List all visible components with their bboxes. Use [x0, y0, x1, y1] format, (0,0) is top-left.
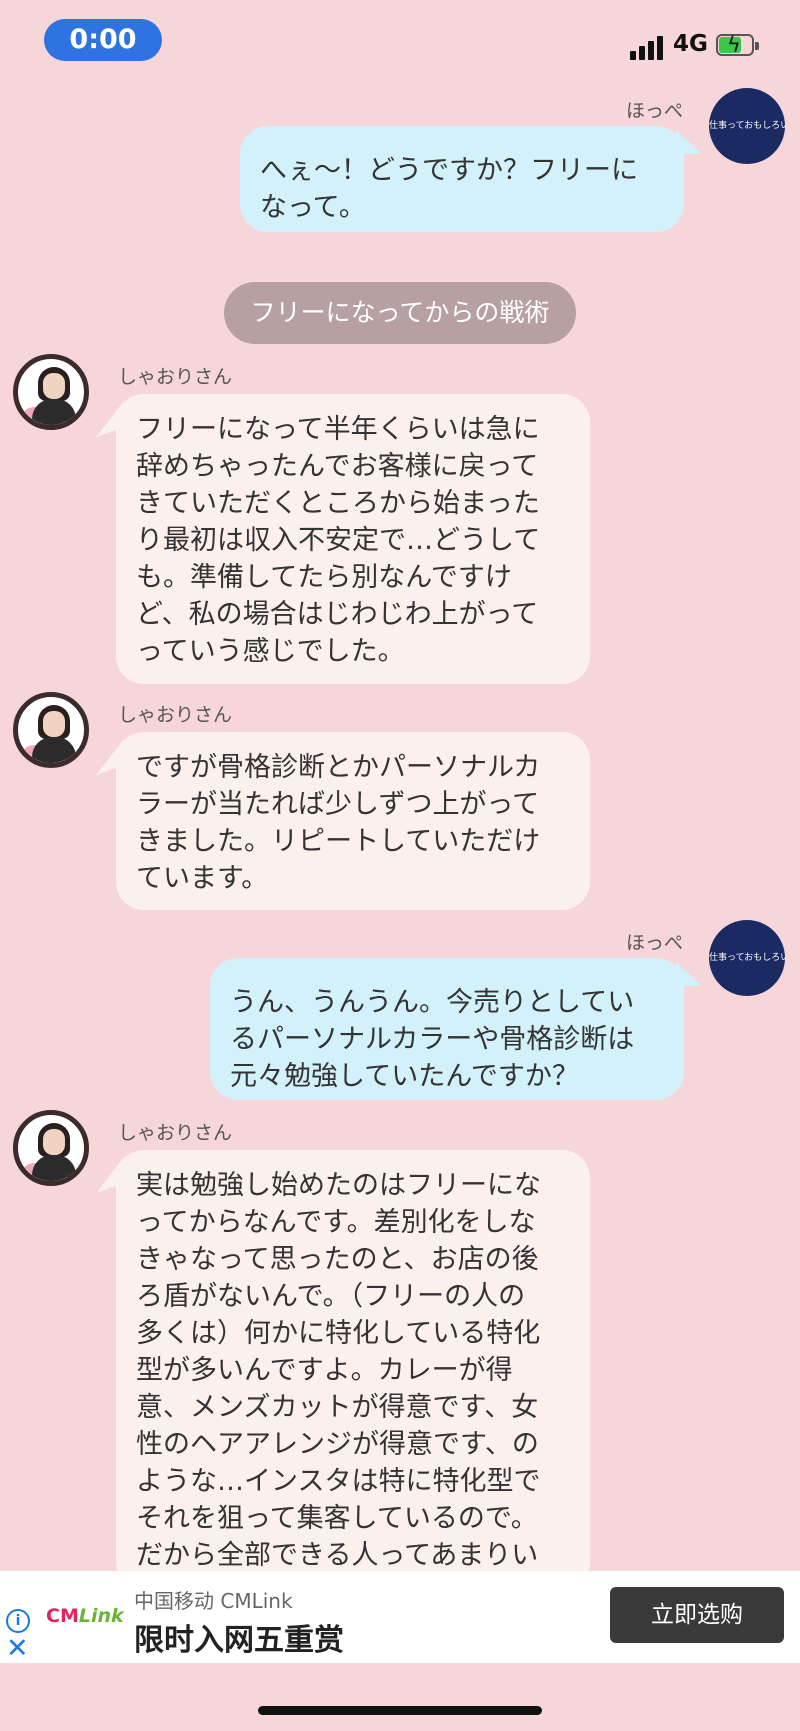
- ad-headline: 限时入网五重赏: [134, 1623, 344, 1658]
- message-bubble: フリーになって半年くらいは急に 辞めちゃったんでお客様に戻って きていただくとこ…: [116, 394, 590, 684]
- ad-banner[interactable]: i ✕ CMLink 中国移动 CMLink 限时入网五重赏 立即选购: [0, 1571, 800, 1663]
- network-type: 4G: [673, 31, 708, 57]
- ad-brand-logo: CMLink: [46, 1605, 124, 1627]
- sender-name: しゃおりさん: [118, 704, 233, 726]
- avatar[interactable]: [13, 692, 89, 768]
- info-icon[interactable]: i: [6, 1609, 30, 1633]
- message-bubble: ですが骨格診断とかパーソナルカ ラーが当たれば少しずつ上がって きました。リピー…: [116, 732, 590, 910]
- close-icon[interactable]: ✕: [6, 1635, 29, 1662]
- home-indicator[interactable]: [258, 1706, 542, 1715]
- avatar[interactable]: 仕事っておもしろいや: [709, 88, 785, 164]
- ad-advertiser: 中国移动 CMLink: [134, 1589, 293, 1613]
- message-bubble: 実は勉強し始めたのはフリーにな ってからなんです。差別化をしな きゃなって思った…: [116, 1150, 590, 1590]
- status-bar: 0:00 4G ϟ: [0, 0, 800, 80]
- signal-icon: [630, 34, 670, 60]
- avatar[interactable]: [13, 1110, 89, 1186]
- avatar[interactable]: 仕事っておもしろいや: [709, 920, 785, 996]
- battery-charging-icon: ϟ: [716, 33, 760, 58]
- sender-name: ほっぺ: [626, 932, 684, 954]
- sender-name: しゃおりさん: [118, 1122, 233, 1144]
- status-time[interactable]: 0:00: [44, 19, 162, 61]
- ad-brand-left: CM: [46, 1605, 79, 1627]
- message-bubble: うん、うんうん。今売りとしてい るパーソナルカラーや骨格診断は 元々勉強していた…: [210, 958, 684, 1100]
- avatar[interactable]: [13, 354, 89, 430]
- sender-name: ほっぺ: [626, 100, 684, 122]
- sender-name: しゃおりさん: [118, 366, 233, 388]
- section-label: フリーになってからの戦術: [224, 282, 576, 344]
- ad-brand-right: Link: [78, 1605, 124, 1627]
- message-bubble: へぇ〜！どうですか？フリーに なって。: [240, 126, 684, 232]
- ad-cta-button[interactable]: 立即选购: [610, 1587, 784, 1643]
